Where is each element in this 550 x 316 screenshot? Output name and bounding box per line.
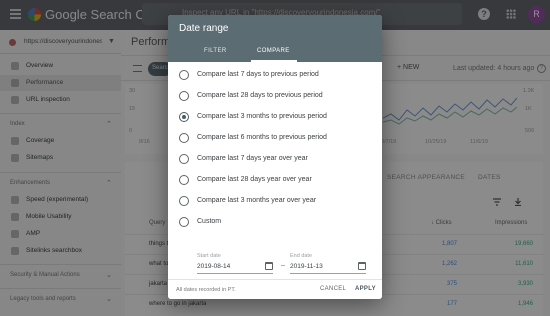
dialog-title: Date range — [179, 23, 229, 34]
radio-button[interactable] — [179, 175, 189, 185]
option-label: Compare last 3 months year over year — [197, 197, 317, 204]
end-date-field[interactable]: 2019-11-13 — [290, 261, 366, 274]
date-range-dialog: Date range FILTER COMPARE Compare last 7… — [168, 15, 382, 299]
option-label: Compare last 28 days year over year — [197, 176, 312, 183]
radio-button[interactable] — [179, 196, 189, 206]
option-custom[interactable]: Custom — [168, 212, 382, 233]
radio-button[interactable] — [179, 217, 189, 227]
start-date-field[interactable]: 2019-08-14 — [197, 261, 273, 274]
option-last-7-days-yoy[interactable]: Compare last 7 days year over year — [168, 149, 382, 170]
dialog-header: Date range FILTER COMPARE — [168, 15, 382, 62]
radio-button[interactable] — [179, 154, 189, 164]
option-last-28-days-yoy[interactable]: Compare last 28 days year over year — [168, 170, 382, 191]
option-last-7-days-previous[interactable]: Compare last 7 days to previous period — [168, 65, 382, 86]
calendar-icon[interactable] — [265, 262, 273, 270]
end-date-label: End date — [290, 253, 313, 259]
calendar-icon[interactable] — [358, 262, 366, 270]
option-last-3-months-yoy[interactable]: Compare last 3 months year over year — [168, 191, 382, 212]
option-label: Custom — [197, 218, 222, 225]
apply-button[interactable]: APPLY — [355, 286, 376, 292]
end-date-value: 2019-11-13 — [290, 263, 323, 270]
timezone-note: All dates recorded in PT. — [176, 287, 236, 293]
radio-button-checked[interactable] — [179, 112, 189, 122]
start-date-value: 2019-08-14 — [197, 263, 231, 270]
dialog-footer: All dates recorded in PT. CANCEL APPLY — [168, 279, 382, 299]
option-label: Compare last 6 months to previous period — [197, 134, 327, 141]
option-label: Compare last 28 days to previous period — [197, 92, 323, 99]
date-separator: – — [281, 262, 285, 269]
start-date-label: Start date — [197, 253, 221, 259]
option-label: Compare last 3 months to previous period — [197, 113, 327, 120]
option-last-3-months-previous[interactable]: Compare last 3 months to previous period — [168, 107, 382, 128]
tab-compare[interactable]: COMPARE — [257, 48, 290, 54]
option-label: Compare last 7 days to previous period — [197, 71, 319, 78]
radio-button[interactable] — [179, 70, 189, 80]
tab-filter[interactable]: FILTER — [204, 48, 227, 54]
option-last-28-days-previous[interactable]: Compare last 28 days to previous period — [168, 86, 382, 107]
option-last-6-months-previous[interactable]: Compare last 6 months to previous period — [168, 128, 382, 149]
cancel-button[interactable]: CANCEL — [320, 286, 346, 292]
option-label: Compare last 7 days year over year — [197, 155, 308, 162]
dialog-body: Compare last 7 days to previous period C… — [168, 62, 382, 279]
radio-button[interactable] — [179, 91, 189, 101]
radio-button[interactable] — [179, 133, 189, 143]
